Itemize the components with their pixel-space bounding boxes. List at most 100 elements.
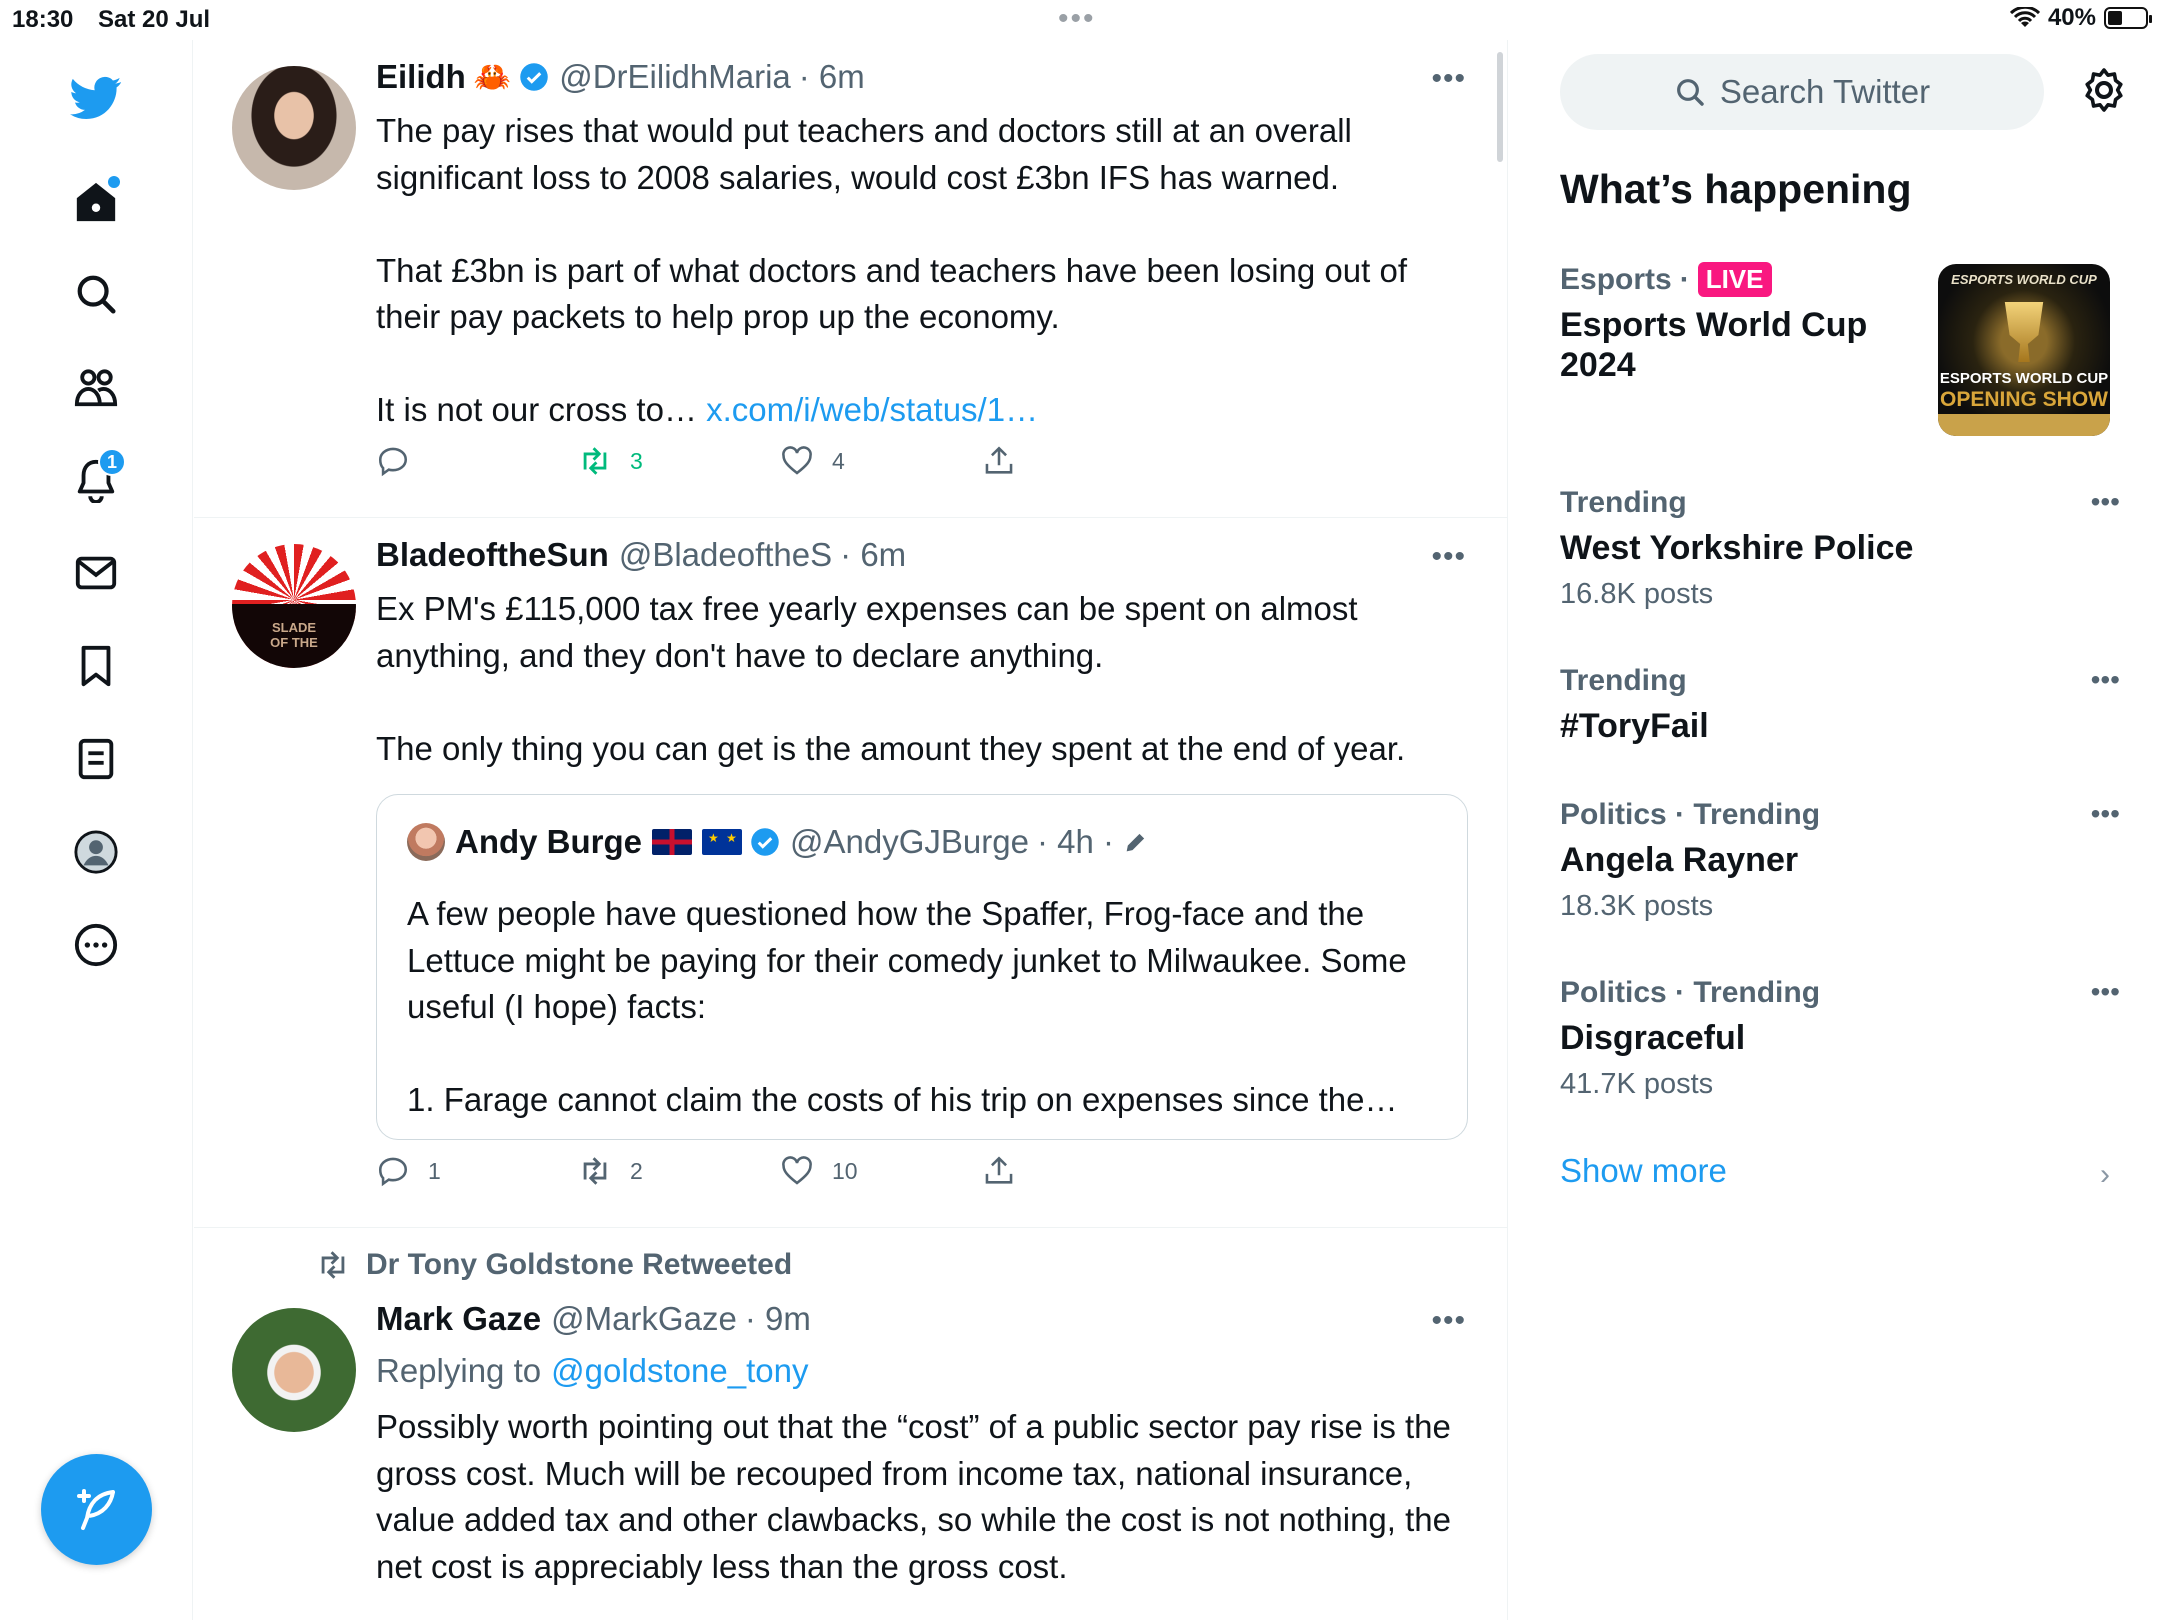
author-avatar[interactable] — [232, 66, 356, 190]
multitasking-dots-icon[interactable]: ••• — [1058, 2, 1096, 36]
trend-item[interactable]: Trending West Yorkshire Police 16.8K pos… — [1560, 486, 2120, 611]
like-count: 4 — [832, 447, 845, 474]
reply-button[interactable]: 1 — [376, 1154, 578, 1188]
trend-more-icon[interactable]: ••• — [2091, 798, 2120, 830]
tweet-more-icon[interactable]: ••• — [1431, 540, 1466, 574]
heart-icon — [782, 446, 812, 475]
retweet-icon — [321, 1251, 345, 1279]
retweet-button[interactable]: 3 — [578, 444, 780, 478]
trend-item[interactable]: Trending #ToryFail ••• — [1560, 664, 2120, 746]
retweeted-by-label[interactable]: Dr Tony Goldstone Retweeted — [316, 1248, 792, 1282]
verified-badge-icon — [520, 63, 548, 91]
author-name[interactable]: BladeoftheSun — [376, 536, 609, 574]
nav-communities[interactable] — [56, 347, 136, 427]
like-button[interactable]: 10 — [780, 1154, 982, 1188]
tweet-link[interactable]: x.com/i/web/status/1… — [706, 391, 1038, 428]
retweet-count: 2 — [630, 1157, 643, 1184]
show-more-link[interactable]: Show more — [1560, 1152, 1727, 1190]
featured-trend[interactable]: Esports · LIVE Esports World Cup 2024 — [1560, 262, 1920, 385]
trend-title: Disgraceful — [1560, 1019, 1746, 1057]
esports-thumbnail[interactable]: ESPORTS WORLD CUP ESPORTS WORLD CUP OPEN… — [1938, 264, 2110, 436]
more-circle-icon — [74, 923, 118, 967]
tweet[interactable]: Dr Tony Goldstone Retweeted Mark Gaze @M… — [194, 1228, 1507, 1620]
trend-meta: Trending — [1560, 486, 1687, 519]
share-icon — [985, 446, 1013, 474]
nav-messages[interactable] — [56, 533, 136, 613]
author-avatar[interactable]: SLADE OF THE — [232, 544, 356, 668]
nav-explore[interactable] — [56, 254, 136, 334]
tweet[interactable]: Eilidh 🦀 @DrEilidhMaria · 6m ••• The pay… — [194, 40, 1507, 518]
author-handle[interactable]: @DrEilidhMaria — [559, 58, 791, 96]
trend-count: 16.8K posts — [1560, 578, 1714, 610]
settings-gear-icon[interactable] — [2080, 66, 2128, 114]
trend-item[interactable]: Politics · Trending Disgraceful 41.7K po… — [1560, 976, 2120, 1101]
left-navigation: 1 — [0, 40, 193, 1620]
quoted-author-avatar — [407, 823, 445, 861]
author-avatar[interactable] — [232, 1308, 356, 1432]
nav-notifications[interactable]: 1 — [56, 440, 136, 520]
tweet-more-icon[interactable]: ••• — [1431, 1304, 1466, 1338]
compose-tweet-button[interactable] — [41, 1454, 152, 1565]
quoted-tweet-text: A few people have questioned how the Spa… — [407, 895, 1407, 1118]
search-input[interactable]: Search Twitter — [1560, 54, 2044, 130]
live-badge: LIVE — [1697, 262, 1772, 297]
trend-more-icon[interactable]: ••• — [2091, 976, 2120, 1008]
nav-more[interactable] — [56, 905, 136, 985]
battery-percent: 40% — [2047, 4, 2096, 31]
share-button[interactable] — [982, 1154, 1184, 1188]
replying-to-link[interactable]: @goldstone_tony — [551, 1352, 808, 1390]
tweet-time[interactable]: · 6m — [799, 58, 865, 96]
thumbnail-band — [1938, 414, 2110, 436]
like-count: 10 — [832, 1157, 858, 1184]
trend-more-icon[interactable]: ••• — [2091, 664, 2120, 696]
author-handle[interactable]: @MarkGaze — [551, 1300, 737, 1338]
trend-more-icon[interactable]: ••• — [2091, 486, 2120, 518]
tweet-time[interactable]: · 6m — [840, 536, 906, 574]
edited-pencil-icon — [1126, 833, 1145, 852]
trend-meta: Politics · Trending — [1560, 976, 1821, 1009]
nav-lists[interactable] — [56, 719, 136, 799]
quoted-author-name: Andy Burge — [455, 823, 643, 860]
author-name[interactable]: Mark Gaze — [376, 1300, 541, 1338]
quoted-tweet-header: Andy Burge @AndyGJBurge · 4h · — [407, 823, 1150, 861]
tweet-more-icon[interactable]: ••• — [1431, 62, 1466, 96]
author-handle[interactable]: @BladeoftheS — [619, 536, 832, 574]
author-name[interactable]: Eilidh — [376, 58, 466, 96]
retweet-button[interactable]: 2 — [578, 1154, 780, 1188]
share-button[interactable] — [982, 444, 1184, 478]
quoted-tweet-time: · 4h · — [1036, 823, 1114, 860]
nav-profile[interactable] — [56, 812, 136, 892]
profile-avatar-icon — [74, 830, 118, 874]
trophy-image — [2004, 302, 2044, 362]
reply-count: 1 — [428, 1157, 441, 1184]
retweet-count: 3 — [630, 447, 643, 474]
quoted-author-handle: @AndyGJBurge — [790, 823, 1029, 860]
chevron-right-icon[interactable]: › — [2100, 1158, 2110, 1192]
twitter-logo-icon[interactable] — [56, 58, 136, 138]
retweet-icon — [583, 447, 607, 475]
envelope-icon — [75, 556, 117, 590]
communities-icon — [74, 369, 118, 407]
status-right: 40% — [2009, 4, 2152, 32]
trend-count: 41.7K posts — [1560, 1068, 1714, 1100]
tweet-header: BladeoftheSun @BladeoftheS · 6m — [376, 536, 906, 574]
nav-bookmarks[interactable] — [56, 626, 136, 706]
trend-meta: Trending — [1560, 664, 1687, 697]
share-icon — [985, 1156, 1013, 1184]
notifications-badge: 1 — [98, 448, 126, 476]
bookmark-icon — [81, 645, 111, 687]
reply-button[interactable] — [376, 444, 578, 478]
quoted-tweet[interactable]: Andy Burge @AndyGJBurge · 4h · A few peo… — [376, 794, 1468, 1140]
eu-flag-icon — [702, 829, 743, 855]
uk-flag-icon — [652, 829, 693, 855]
like-button[interactable]: 4 — [780, 444, 982, 478]
nav-home[interactable] — [56, 162, 136, 242]
tweet[interactable]: SLADE OF THE BladeoftheSun @BladeoftheS ·… — [194, 518, 1507, 1228]
trend-title: West Yorkshire Police — [1560, 529, 1914, 567]
tweet-time[interactable]: · 9m — [745, 1300, 811, 1338]
search-icon — [1676, 79, 1704, 106]
tweet-text: Ex PM's £115,000 tax free yearly expense… — [376, 590, 1406, 767]
trend-item[interactable]: Politics · Trending Angela Rayner 18.3K … — [1560, 798, 2120, 923]
compose-feather-icon — [76, 1488, 115, 1530]
trend-meta: Politics · Trending — [1560, 798, 1821, 831]
